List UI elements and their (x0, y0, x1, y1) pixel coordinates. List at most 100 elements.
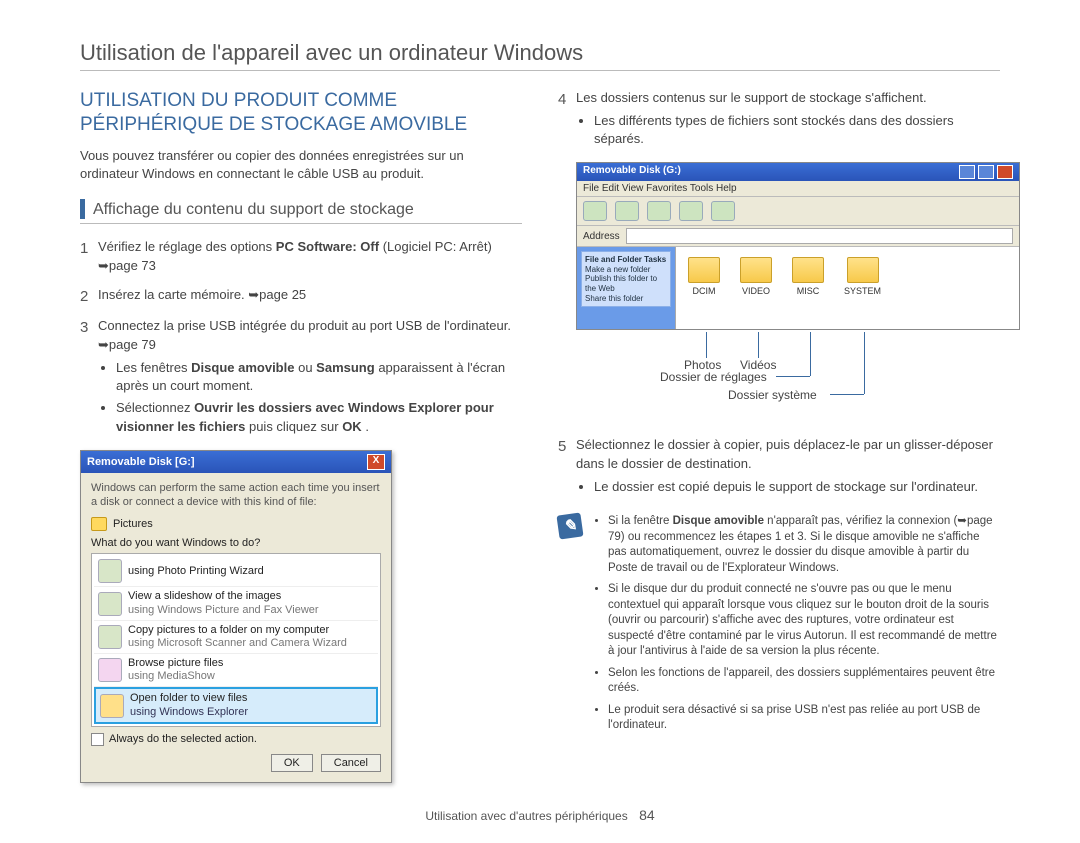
forward-icon[interactable] (615, 201, 639, 221)
side-item[interactable]: Publish this folder to the Web (585, 274, 667, 293)
dialog-action-list[interactable]: using Photo Printing Wizard View a slide… (91, 553, 381, 727)
side-panel-tasks: File and Folder Tasks Make a new folder … (581, 251, 671, 307)
bullet-text: puis cliquez sur (249, 419, 342, 434)
note-box: ✎ Si la fenêtre Disque amovible n'appara… (558, 514, 1000, 740)
explorer-titlebar: Removable Disk (G:) (577, 163, 1019, 181)
subhead-accent-bar (80, 199, 85, 219)
title-divider (80, 70, 1000, 71)
page-number: 84 (639, 807, 655, 823)
folder-misc[interactable]: MISC (792, 257, 824, 319)
step-number: 2 (80, 286, 98, 308)
explorer-addressbar: Address (577, 226, 1019, 247)
step-3-bullet-1: Les fenêtres Disque amovible ou Samsung … (116, 359, 522, 395)
folder-icon (100, 694, 124, 718)
page-title: Utilisation de l'appareil avec un ordina… (80, 40, 1000, 66)
list-item[interactable]: View a slideshow of the images using Win… (94, 587, 378, 620)
bullet-bold: Disque amovible (191, 360, 294, 375)
side-item[interactable]: Make a new folder (585, 265, 667, 275)
list-item[interactable]: Copy pictures to a folder on my computer… (94, 621, 378, 654)
maximize-icon[interactable] (978, 165, 994, 179)
close-icon[interactable] (997, 165, 1013, 179)
step-2: 2 Insérez la carte mémoire. ➥page 25 (80, 286, 522, 308)
explorer-toolbar (577, 197, 1019, 226)
bullet-text: ou (298, 360, 316, 375)
item-line1: Browse picture files (128, 657, 223, 669)
folder-icon (847, 257, 879, 283)
pictures-icon (91, 517, 107, 531)
bullet-text: . (365, 419, 369, 434)
ok-button[interactable]: OK (271, 754, 313, 772)
address-input[interactable] (626, 228, 1013, 244)
section-intro: Vous pouvez transférer ou copier des don… (80, 147, 522, 183)
subheading: Affichage du contenu du support de stock… (93, 199, 414, 219)
step-5: 5 Sélectionnez le dossier à copier, puis… (558, 436, 1000, 500)
explorer-side-panel: File and Folder Tasks Make a new folder … (577, 247, 676, 329)
bullet-text: Sélectionnez (116, 400, 194, 415)
step-4-bullet: Les différents types de fichiers sont st… (594, 112, 1000, 148)
folder-dcim[interactable]: DCIM (688, 257, 720, 319)
step-text: Connectez la prise USB intégrée du produ… (98, 318, 511, 352)
always-do-checkbox-row[interactable]: Always do the selected action. (91, 733, 381, 746)
list-item[interactable]: using Photo Printing Wizard (94, 556, 378, 587)
item-line1: View a slideshow of the images (128, 590, 281, 602)
note-text: Si la fenêtre (608, 515, 673, 527)
step-text: Sélectionnez le dossier à copier, puis d… (576, 437, 993, 471)
callout-line (810, 332, 811, 376)
bullet-bold: Samsung (316, 360, 375, 375)
dialog-intro-text: Windows can perform the same action each… (91, 481, 381, 510)
callout-line (706, 332, 707, 358)
note-item-2: Si le disque dur du produit connecté ne … (608, 582, 1000, 660)
dialog-titlebar: Removable Disk [G:] X (81, 451, 391, 473)
minimize-icon[interactable] (959, 165, 975, 179)
checkbox-label: Always do the selected action. (109, 733, 257, 745)
step-number: 5 (558, 436, 576, 500)
slideshow-icon (98, 592, 122, 616)
callout-line (758, 332, 759, 358)
subheading-row: Affichage du contenu du support de stock… (80, 199, 522, 219)
item-line1: Copy pictures to a folder on my computer (128, 624, 329, 636)
step-bold: PC Software: Off (276, 239, 379, 254)
callout-settings: Dossier de réglages (660, 370, 767, 384)
note-bold: Disque amovible (673, 515, 764, 527)
right-column: 4 Les dossiers contenus sur le support d… (558, 89, 1000, 783)
callout-system: Dossier système (728, 388, 817, 402)
wizard-icon (98, 559, 122, 583)
explorer-window: Removable Disk (G:) File Edit View Favor… (576, 162, 1020, 330)
step-3: 3 Connectez la prise USB intégrée du pro… (80, 317, 522, 439)
side-item[interactable]: Share this folder (585, 294, 667, 304)
explorer-callouts: Photos Vidéos Dossier de réglages Dossie… (576, 336, 1000, 426)
close-icon[interactable]: X (367, 454, 385, 470)
item-line2: using Windows Picture and Fax Viewer (128, 604, 319, 616)
item-line1: using Photo Printing Wizard (128, 565, 264, 577)
bullet-text: Les fenêtres (116, 360, 191, 375)
list-item[interactable]: Browse picture files using MediaShow (94, 654, 378, 687)
removable-disk-dialog: Removable Disk [G:] X Windows can perfor… (80, 450, 392, 783)
list-item-selected[interactable]: Open folder to view files using Windows … (94, 687, 378, 723)
folder-icon (740, 257, 772, 283)
explorer-menu[interactable]: File Edit View Favorites Tools Help (577, 181, 1019, 197)
search-icon[interactable] (679, 201, 703, 221)
note-item-1: Si la fenêtre Disque amovible n'apparaît… (608, 514, 1000, 576)
back-icon[interactable] (583, 201, 607, 221)
step-4: 4 Les dossiers contenus sur le support d… (558, 89, 1000, 152)
up-icon[interactable] (647, 201, 671, 221)
note-icon: ✎ (556, 513, 583, 540)
callout-line (864, 332, 865, 394)
step-number: 1 (80, 238, 98, 276)
item-line2: using Microsoft Scanner and Camera Wizar… (128, 637, 347, 649)
folder-label: DCIM (693, 286, 716, 296)
step-number: 3 (80, 317, 98, 439)
page-footer: Utilisation avec d'autres périphériques … (80, 807, 1000, 823)
step-1: 1 Vérifiez le réglage des options PC Sof… (80, 238, 522, 276)
cancel-button[interactable]: Cancel (321, 754, 381, 772)
folder-system[interactable]: SYSTEM (844, 257, 881, 319)
folder-video[interactable]: VIDEO (740, 257, 772, 319)
bullet-bold: OK (342, 419, 362, 434)
folders-icon[interactable] (711, 201, 735, 221)
folder-icon (792, 257, 824, 283)
checkbox-icon[interactable] (91, 733, 104, 746)
copy-icon (98, 625, 122, 649)
step-text: Vérifiez le réglage des options (98, 239, 276, 254)
folder-label: MISC (797, 286, 820, 296)
footer-text: Utilisation avec d'autres périphériques (425, 809, 627, 823)
